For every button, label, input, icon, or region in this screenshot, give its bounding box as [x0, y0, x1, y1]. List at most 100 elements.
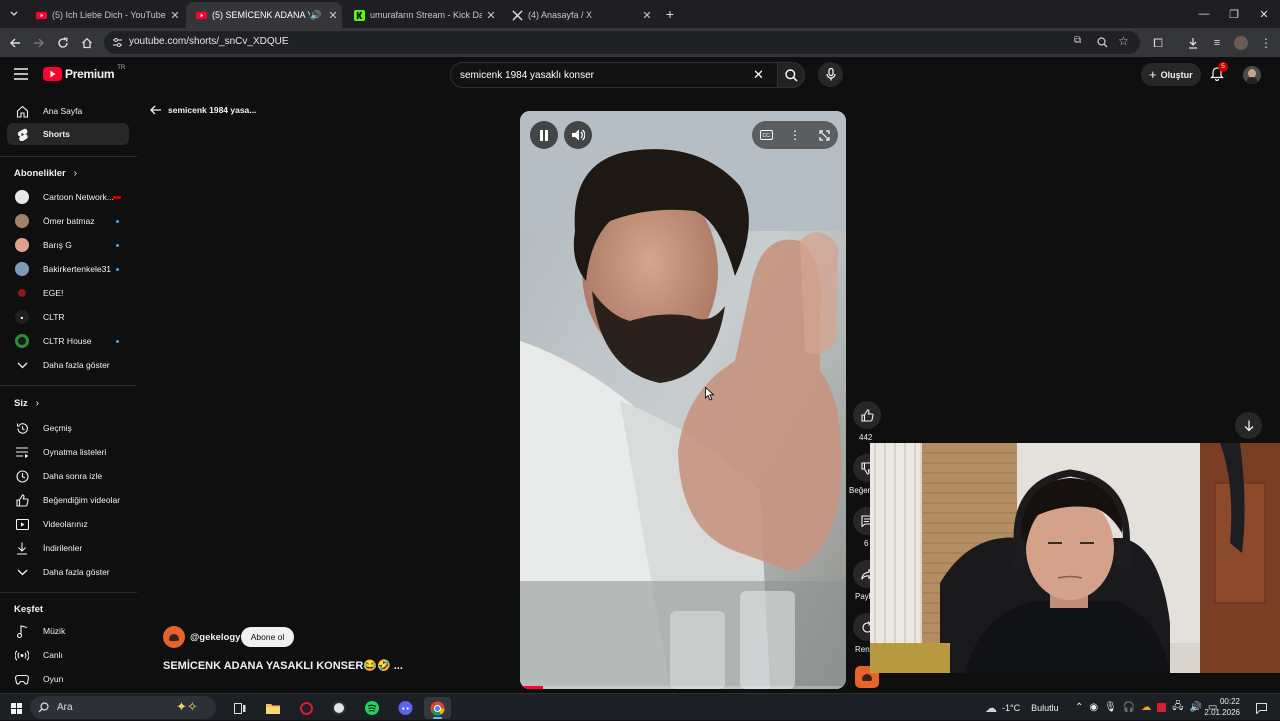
clear-search-icon[interactable]: ✕	[753, 67, 764, 83]
notification-center-icon[interactable]	[1250, 697, 1272, 719]
notifications-button[interactable]: 5	[1210, 62, 1228, 81]
home-button-icon[interactable]	[76, 32, 98, 54]
task-view-icon[interactable]	[229, 697, 251, 719]
microphone-icon[interactable]: 🎙	[1104, 702, 1117, 713]
minimize-icon[interactable]: —	[1188, 0, 1220, 28]
menu-kebab-icon[interactable]: ⋮	[1255, 32, 1277, 54]
chevron-up-icon[interactable]: ⌃	[1075, 702, 1083, 713]
sidebar-item-home[interactable]: Ana Sayfa	[7, 100, 129, 122]
expand-icon	[818, 129, 830, 141]
subscription-item[interactable]: EGE!	[7, 282, 129, 304]
fullscreen-button[interactable]	[814, 125, 834, 145]
clock[interactable]: 00:22 2.01.2026	[1198, 696, 1240, 718]
search-input[interactable]: semicenk 1984 yasaklı konser ✕	[450, 62, 777, 88]
volume-button[interactable]	[564, 121, 592, 149]
show-more-subscriptions[interactable]: Daha fazla göster	[7, 354, 129, 376]
obs-icon[interactable]	[328, 697, 350, 719]
close-icon[interactable]: ✕	[166, 9, 184, 22]
weather-widget[interactable]: ☁ -1°C Bulutlu	[985, 694, 1059, 721]
address-bar[interactable]: youtube.com/shorts/_snCv_XDQUE ⧉ ☆	[104, 31, 1140, 54]
browser-tab[interactable]: (4) Anasayfa / X ✕	[502, 2, 656, 28]
subscriptions-header[interactable]: Abonelikler ›	[14, 168, 77, 179]
browser-tab[interactable]: (5) Ich Liebe Dich - YouTube ✕	[26, 2, 184, 28]
subscription-item[interactable]: Cartoon Network...	[7, 186, 129, 208]
sidebar-item-watch-later[interactable]: Daha sonra izle	[7, 465, 129, 487]
chrome-icon[interactable]	[424, 697, 451, 719]
sidebar-item-music[interactable]: Müzik	[7, 620, 129, 642]
channel-avatar[interactable]	[163, 626, 185, 648]
sidebar-item-label: Canlı	[43, 650, 63, 660]
file-explorer-icon[interactable]	[262, 697, 284, 719]
restore-icon[interactable]: ❐	[1218, 0, 1250, 28]
steam-icon[interactable]: ◉	[1089, 702, 1098, 713]
kick-icon	[354, 9, 365, 21]
subscribe-button[interactable]: Abone ol	[241, 627, 294, 647]
account-avatar[interactable]	[1243, 66, 1261, 84]
extensions-icon[interactable]: ⧠	[1147, 32, 1169, 54]
cast-icon[interactable]: ⧉	[1074, 35, 1081, 46]
hamburger-menu-icon[interactable]	[14, 68, 28, 80]
close-icon[interactable]: ✕	[324, 9, 342, 22]
you-header[interactable]: Siz ›	[14, 398, 39, 409]
speaker-icon[interactable]: 🔊	[310, 10, 324, 21]
subscription-item[interactable]: CLTR House	[7, 330, 129, 352]
like-button[interactable]	[853, 401, 881, 429]
window-close-icon[interactable]: ✕	[1248, 0, 1280, 28]
sidebar-item-downloads[interactable]: İndirilenler	[7, 537, 129, 559]
bookmark-star-icon[interactable]: ☆	[1118, 34, 1129, 48]
media-controls-icon[interactable]: ≡	[1206, 32, 1228, 54]
back-to-search[interactable]: semicenk 1984 yasa...	[150, 105, 256, 115]
progress-track[interactable]	[520, 686, 846, 689]
tab-search-icon[interactable]	[6, 6, 22, 22]
voice-search-button[interactable]	[818, 62, 843, 87]
browser-tab-active[interactable]: (5) SEMİCENK ADANA YASA 🔊 ✕	[186, 2, 342, 28]
close-icon[interactable]: ✕	[482, 9, 500, 22]
captions-button[interactable]: CC	[756, 125, 776, 145]
search-button[interactable]	[777, 62, 805, 88]
sidebar-item-live[interactable]: Canlı	[7, 644, 129, 666]
headphones-icon[interactable]: 🎧	[1123, 702, 1135, 713]
taskbar-search[interactable]: Ara ✦✧	[30, 696, 216, 719]
show-more-you[interactable]: Daha fazla göster	[7, 561, 129, 583]
new-tab-icon[interactable]: +	[662, 6, 678, 22]
downloads-icon[interactable]	[1182, 32, 1204, 54]
reload-icon[interactable]	[52, 32, 74, 54]
subscription-item[interactable]: ■ CLTR	[7, 306, 129, 328]
site-info-icon[interactable]	[112, 37, 123, 48]
network-icon[interactable]: 🖧	[1172, 699, 1183, 716]
sidebar-item-shorts[interactable]: Shorts	[7, 123, 129, 145]
forward-icon[interactable]	[28, 32, 50, 54]
next-short-button[interactable]	[1235, 412, 1262, 439]
more-options-icon[interactable]: ⋮	[785, 125, 805, 145]
comment-count: 6	[864, 539, 869, 548]
discord-icon[interactable]	[394, 697, 416, 719]
create-button[interactable]: + Oluştur	[1141, 63, 1201, 86]
opera-gx-icon[interactable]	[295, 697, 317, 719]
avatar	[15, 190, 29, 204]
sidebar-item-your-videos[interactable]: Videolarınız	[7, 513, 129, 535]
zoom-icon[interactable]	[1097, 37, 1108, 48]
browser-tab[interactable]: umurafarın Stream - Kick Dashb ✕	[344, 2, 500, 28]
close-icon[interactable]: ✕	[638, 9, 656, 22]
sidebar-item-history[interactable]: Geçmiş	[7, 417, 129, 439]
shorts-title[interactable]: SEMİCENK ADANA YASAKLI KONSER😂🤣 ...	[163, 659, 403, 672]
logo-text: Premium	[65, 67, 115, 81]
antivirus-icon[interactable]	[1157, 703, 1167, 712]
profile-avatar[interactable]	[1230, 32, 1252, 54]
back-icon[interactable]	[4, 32, 26, 54]
sidebar-item-playlists[interactable]: Oynatma listeleri	[7, 441, 129, 463]
section-title: Siz	[14, 398, 28, 409]
windows-start-icon[interactable]	[5, 697, 27, 719]
subscription-item[interactable]: Bakirkertenkele31	[7, 258, 129, 280]
sidebar-item-gaming[interactable]: Oyun	[7, 668, 129, 690]
youtube-logo[interactable]: Premium TR	[43, 65, 125, 81]
channel-handle[interactable]: @gekelogy	[190, 632, 240, 643]
shorts-video-player[interactable]: CC ⋮	[520, 111, 846, 689]
avatar	[15, 286, 29, 300]
sidebar-item-liked-videos[interactable]: Beğendiğim videolar	[7, 489, 129, 511]
subscription-item[interactable]: Barış G	[7, 234, 129, 256]
subscription-item[interactable]: Ömer batmaz	[7, 210, 129, 232]
cloud-sync-icon[interactable]: ☁	[1141, 702, 1151, 713]
pause-button[interactable]	[530, 121, 558, 149]
spotify-icon[interactable]	[361, 697, 383, 719]
